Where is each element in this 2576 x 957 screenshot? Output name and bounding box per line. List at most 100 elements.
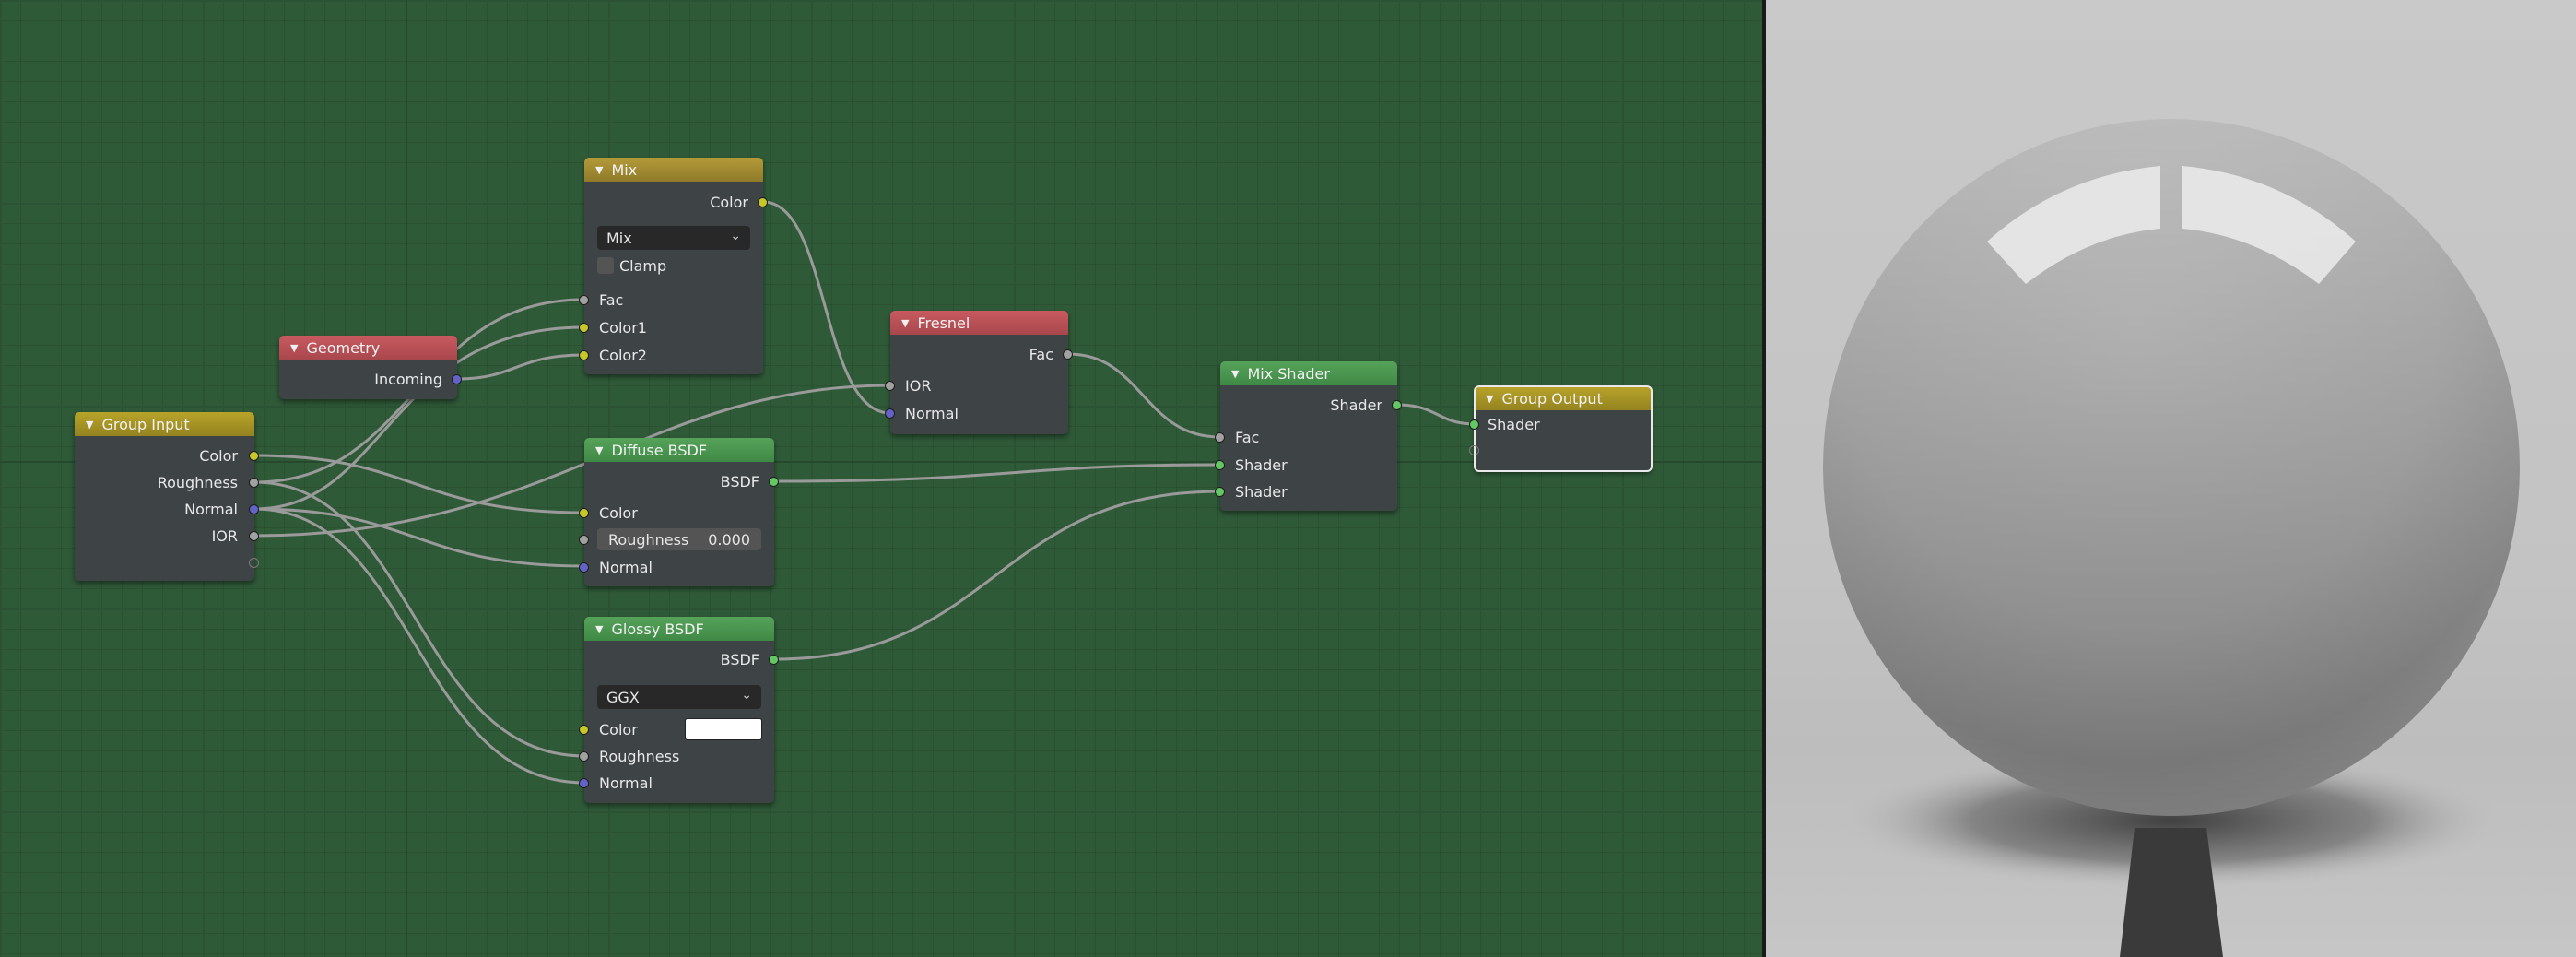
clamp-label-row: Clamp: [619, 255, 666, 276]
dropdown-value: Mix: [606, 229, 632, 247]
node-header[interactable]: ▼ Group Output: [1475, 386, 1652, 410]
socket-label: Incoming: [374, 370, 442, 388]
input-socket-shader1[interactable]: [1215, 460, 1225, 470]
node-header[interactable]: ▼ Diffuse BSDF: [584, 438, 774, 462]
socket-row-color2: Color2: [599, 345, 647, 365]
socket-label: Roughness: [599, 747, 680, 765]
input-socket-color1[interactable]: [579, 323, 589, 333]
output-socket-color[interactable]: [249, 451, 259, 461]
node-title: Mix Shader: [1247, 364, 1330, 383]
collapse-triangle-icon[interactable]: ▼: [901, 317, 909, 329]
socket-row-shader1: Shader: [1235, 455, 1288, 475]
collapse-triangle-icon[interactable]: ▼: [1231, 368, 1239, 380]
input-socket-color[interactable]: [579, 508, 589, 518]
collapse-triangle-icon[interactable]: ▼: [1486, 393, 1493, 405]
socket-label: IOR: [905, 376, 932, 395]
chevron-down-icon: ⌄: [730, 229, 741, 243]
output-socket-color[interactable]: [758, 197, 768, 207]
node-title: Group Output: [1501, 389, 1603, 408]
node-glossy-bsdf[interactable]: ▼ Glossy BSDF BSDF GGX ⌄ Color Roughness…: [579, 617, 779, 803]
node-header[interactable]: ▼ Glossy BSDF: [584, 617, 774, 641]
socket-label: Fac: [599, 290, 624, 309]
input-socket-normal[interactable]: [885, 408, 895, 419]
link-color-to-diffuse-color: [253, 454, 586, 514]
node-header[interactable]: ▼ Mix: [584, 158, 763, 182]
blend-mode-dropdown[interactable]: Mix ⌄: [597, 226, 750, 250]
socket-row-fac: Fac: [599, 289, 623, 310]
chevron-down-icon: ⌄: [741, 688, 752, 703]
node-mix[interactable]: ▼ Mix Color Mix ⌄ Clamp Fac Color1 Color…: [579, 158, 768, 374]
node-header[interactable]: ▼ Group Input: [75, 412, 254, 436]
output-socket-empty[interactable]: [249, 558, 259, 568]
link-diffuse-to-mixshader-shader1: [772, 463, 1222, 483]
input-socket-normal[interactable]: [579, 562, 589, 573]
node-title: Group Input: [101, 415, 190, 433]
output-socket-incoming[interactable]: [452, 374, 462, 384]
input-socket-color[interactable]: [579, 725, 589, 735]
socket-row-bsdf-out: BSDF: [721, 649, 759, 669]
node-group-input[interactable]: ▼ Group Input Color Roughness Normal IOR: [75, 412, 259, 581]
collapse-triangle-icon[interactable]: ▼: [86, 419, 93, 431]
node-title: Fresnel: [917, 313, 970, 332]
socket-label: Shader: [1235, 482, 1288, 501]
socket-row-fac-out: Fac: [1029, 344, 1053, 364]
node-header[interactable]: ▼ Fresnel: [890, 311, 1068, 335]
link-fresnel-fac-to-mixshader-fac: [1066, 352, 1222, 439]
node-group-output[interactable]: ▼ Group Output Shader: [1469, 385, 1653, 472]
node-header[interactable]: ▼ Mix Shader: [1220, 361, 1397, 385]
node-diffuse-bsdf[interactable]: ▼ Diffuse BSDF BSDF Color Roughness 0.00…: [579, 438, 779, 586]
output-socket-bsdf[interactable]: [769, 477, 779, 487]
socket-row-color1: Color1: [599, 317, 647, 337]
sphere-shading: [1823, 119, 2520, 816]
input-socket-color2[interactable]: [579, 350, 589, 360]
output-socket-fac[interactable]: [1063, 349, 1073, 360]
node-header[interactable]: ▼ Geometry: [279, 336, 457, 360]
socket-label: Normal: [599, 558, 653, 576]
collapse-triangle-icon[interactable]: ▼: [595, 623, 603, 635]
node-editor[interactable]: ▼ Group Input Color Roughness Normal IOR…: [0, 0, 1762, 957]
input-socket-fac[interactable]: [579, 295, 589, 305]
socket-row-normal: Normal: [599, 773, 653, 793]
socket-row-shader: Shader: [1488, 414, 1540, 434]
socket-row-normal: Normal: [599, 557, 653, 577]
collapse-triangle-icon[interactable]: ▼: [595, 164, 603, 176]
dropdown-value: GGX: [606, 688, 640, 706]
input-socket-roughness[interactable]: [579, 751, 589, 762]
clamp-checkbox[interactable]: [597, 257, 614, 274]
output-socket-shader[interactable]: [1392, 400, 1402, 410]
socket-row-bsdf-out: BSDF: [721, 471, 759, 491]
node-geometry[interactable]: ▼ Geometry Incoming: [279, 336, 462, 399]
socket-row-ior: IOR: [905, 375, 931, 396]
output-socket-ior[interactable]: [249, 531, 259, 541]
input-socket-shader[interactable]: [1469, 419, 1479, 430]
link-glossy-to-mixshader-shader2: [772, 490, 1222, 661]
material-preview-viewport[interactable]: [1766, 0, 2576, 957]
output-socket-normal[interactable]: [249, 504, 259, 514]
input-socket-ior[interactable]: [885, 381, 895, 391]
input-socket-roughness[interactable]: [579, 535, 589, 545]
collapse-triangle-icon[interactable]: ▼: [290, 342, 298, 354]
socket-label: Normal: [184, 500, 238, 518]
output-socket-roughness[interactable]: [249, 478, 259, 488]
output-socket-bsdf[interactable]: [769, 655, 779, 665]
socket-label: IOR: [211, 526, 238, 545]
distribution-dropdown[interactable]: GGX ⌄: [597, 685, 761, 709]
input-socket-empty[interactable]: [1469, 445, 1479, 455]
socket-label: Normal: [905, 404, 959, 422]
node-title: Diffuse BSDF: [611, 441, 708, 459]
socket-row-roughness: Roughness: [599, 746, 679, 766]
socket-label: Roughness: [157, 473, 238, 491]
input-socket-fac[interactable]: [1215, 432, 1225, 443]
collapse-triangle-icon[interactable]: ▼: [595, 444, 603, 456]
input-socket-normal[interactable]: [579, 778, 589, 788]
node-mix-shader[interactable]: ▼ Mix Shader Shader Fac Shader Shader: [1215, 361, 1402, 511]
node-fresnel[interactable]: ▼ Fresnel Fac IOR Normal: [885, 311, 1073, 434]
roughness-field[interactable]: Roughness 0.000: [597, 528, 761, 550]
color-swatch[interactable]: [685, 718, 762, 740]
socket-label: BSDF: [720, 650, 759, 668]
node-links: [253, 200, 1476, 785]
field-value: 0.000: [708, 530, 750, 549]
link-normal-to-glossy-normal: [253, 507, 586, 785]
input-socket-shader2[interactable]: [1215, 487, 1225, 497]
node-title: Geometry: [306, 338, 381, 357]
